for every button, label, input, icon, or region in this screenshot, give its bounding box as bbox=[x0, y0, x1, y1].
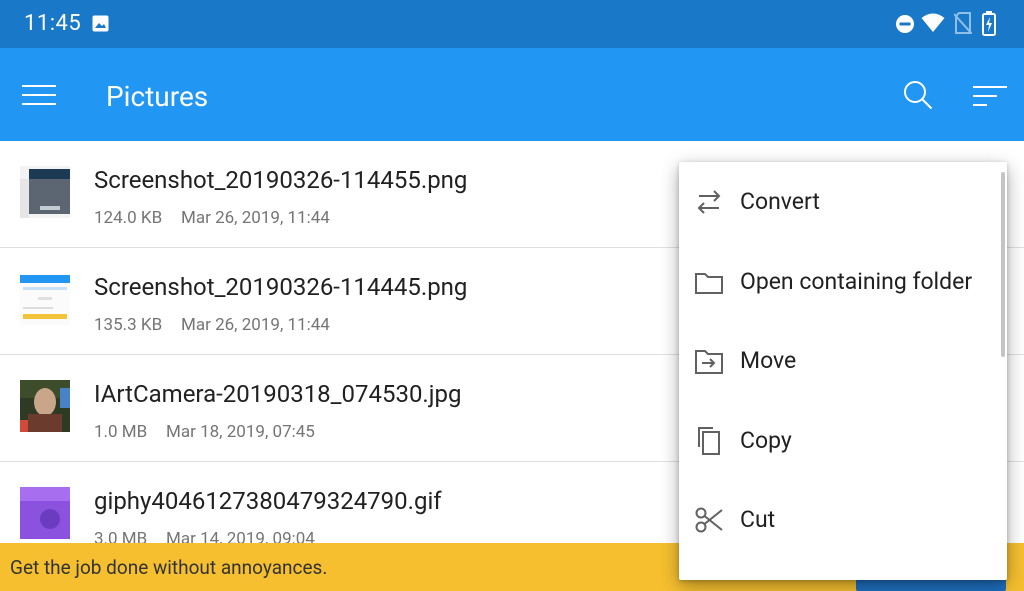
file-name: Screenshot_20190326-114445.png bbox=[94, 273, 468, 301]
file-size: 1.0 MB bbox=[94, 422, 148, 442]
menu-item-label: Convert bbox=[740, 188, 820, 215]
file-thumbnail bbox=[20, 166, 70, 218]
move-icon bbox=[693, 345, 725, 377]
menu-item-label: Cut bbox=[740, 506, 776, 533]
promo-text: Get the job done without annoyances. bbox=[10, 556, 328, 579]
page-title: Pictures bbox=[106, 80, 209, 113]
sort-icon[interactable] bbox=[973, 85, 1007, 107]
file-name: giphy4046127380479324790.gif bbox=[94, 487, 442, 515]
file-date: Mar 26, 2019, 11:44 bbox=[181, 208, 330, 228]
battery-charging-icon bbox=[982, 11, 996, 36]
file-date: Mar 26, 2019, 11:44 bbox=[181, 315, 330, 335]
menu-item-move[interactable]: Move bbox=[679, 321, 1007, 400]
copy-icon bbox=[693, 425, 725, 457]
file-thumbnail bbox=[20, 380, 70, 432]
context-menu: Convert Open containing folder Move Copy bbox=[679, 162, 1007, 580]
file-size: 135.3 KB bbox=[94, 315, 163, 335]
folder-icon bbox=[693, 266, 725, 298]
menu-scrollbar[interactable] bbox=[1001, 172, 1005, 357]
menu-item-label: Copy bbox=[740, 427, 792, 454]
file-thumbnail bbox=[20, 273, 70, 325]
menu-item-open-containing-folder[interactable]: Open containing folder bbox=[679, 242, 1007, 321]
image-icon bbox=[92, 15, 109, 32]
scissors-icon bbox=[693, 504, 725, 536]
app-bar: Pictures bbox=[0, 48, 1024, 141]
hamburger-menu-icon[interactable] bbox=[22, 84, 56, 106]
menu-item-convert[interactable]: Convert bbox=[679, 162, 1007, 241]
convert-arrows-icon bbox=[693, 186, 725, 218]
file-size: 124.0 KB bbox=[94, 208, 163, 228]
no-sim-icon bbox=[954, 12, 972, 34]
menu-item-copy[interactable]: Copy bbox=[679, 401, 1007, 480]
file-thumbnail bbox=[20, 487, 70, 539]
status-time: 11:45 bbox=[24, 11, 82, 36]
status-bar: 11:45 bbox=[0, 0, 1024, 48]
file-date: Mar 18, 2019, 07:45 bbox=[166, 422, 315, 442]
search-icon[interactable] bbox=[903, 80, 933, 110]
menu-item-cut[interactable]: Cut bbox=[679, 480, 1007, 559]
do-not-disturb-icon bbox=[895, 14, 915, 34]
menu-item-label: Move bbox=[740, 347, 797, 374]
wifi-icon bbox=[921, 13, 945, 33]
menu-item-label: Open containing folder bbox=[740, 268, 973, 295]
file-name: Screenshot_20190326-114455.png bbox=[94, 166, 468, 194]
file-name: IArtCamera-20190318_074530.jpg bbox=[94, 380, 462, 408]
